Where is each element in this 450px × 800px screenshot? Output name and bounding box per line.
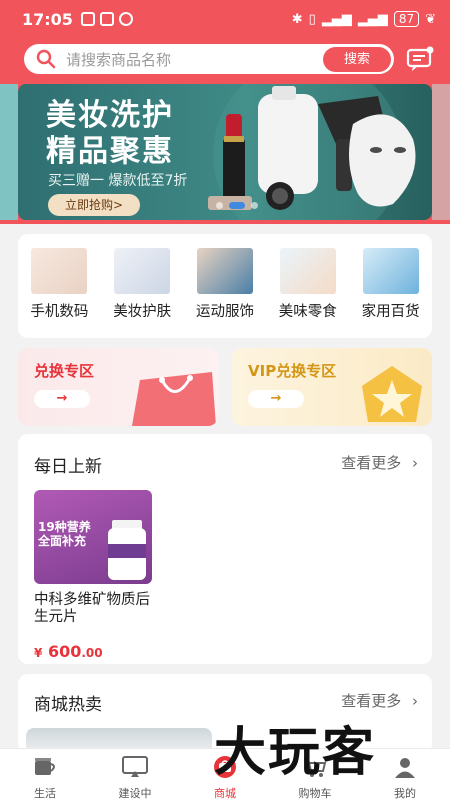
category-image bbox=[196, 248, 253, 294]
signal-icon: ▂▄▆ bbox=[357, 11, 388, 27]
pagination-dot-active[interactable] bbox=[229, 202, 245, 209]
exchange-zone-arrow: → bbox=[34, 390, 90, 408]
status-time: 17:05 bbox=[22, 9, 73, 29]
category-label: 手机数码 bbox=[30, 304, 89, 320]
price-symbol: ¥ bbox=[34, 646, 43, 660]
category-label: 运动服饰 bbox=[195, 304, 254, 320]
alarm-icon bbox=[118, 12, 133, 26]
pagination-dot[interactable] bbox=[251, 202, 258, 209]
search-icon bbox=[36, 49, 56, 69]
product-image-text: 19种营养 bbox=[38, 520, 91, 534]
buy-now-button[interactable]: 立即抢购> bbox=[48, 194, 140, 216]
hot-sale-title: 商城热卖 bbox=[34, 695, 102, 715]
hot-sale-more-link[interactable]: 查看更多 › bbox=[341, 690, 418, 711]
status-bar: 17:05 ✱ ▯ ▂▄▆ ▂▄▆ 87 ❦ bbox=[0, 0, 450, 38]
banner-title: 美妆洗护 精品聚惠 bbox=[46, 98, 174, 170]
leaf-icon: ❦ bbox=[425, 11, 436, 27]
price-integer: 600 bbox=[47, 642, 82, 661]
promo-banner[interactable]: 美妆洗护 精品聚惠 买三赠一 爆款低至7折 立即抢购> bbox=[18, 84, 432, 220]
monitor-icon bbox=[122, 756, 148, 777]
header: 17:05 ✱ ▯ ▂▄▆ ▂▄▆ 87 ❦ 请搜索商品名称 搜索 bbox=[0, 0, 450, 84]
vip-zone-card[interactable]: VIP兑换专区 → bbox=[232, 348, 432, 426]
category-label: 美味零食 bbox=[278, 304, 337, 320]
banner-next-peek bbox=[432, 84, 450, 220]
bluetooth-icon: ✱ bbox=[291, 11, 303, 27]
nav-label: 生活 bbox=[34, 787, 56, 800]
cup-icon bbox=[35, 758, 55, 775]
supplement-bottle-icon bbox=[108, 520, 146, 580]
app-notification-icon bbox=[80, 12, 95, 26]
category-image bbox=[362, 248, 419, 294]
nav-life[interactable]: 生活 bbox=[5, 749, 85, 800]
watermark-text: 大玩客 bbox=[214, 723, 377, 783]
category-phones[interactable]: 手机数码 bbox=[19, 248, 99, 338]
user-icon bbox=[395, 758, 415, 778]
product-image: 19种营养 全面补充 bbox=[34, 490, 152, 584]
more-label: 查看更多 bbox=[341, 692, 402, 710]
signal-icon: ▂▄▆ bbox=[321, 11, 352, 27]
price-cents: .00 bbox=[81, 646, 103, 660]
category-snacks[interactable]: 美味零食 bbox=[268, 248, 348, 338]
message-icon[interactable] bbox=[406, 46, 434, 72]
search-button[interactable]: 搜索 bbox=[323, 46, 391, 72]
category-image bbox=[279, 248, 336, 294]
category-label: 家用百货 bbox=[361, 304, 420, 320]
category-image bbox=[31, 248, 88, 294]
nav-under-construction[interactable]: 建设中 bbox=[95, 749, 175, 800]
pagination-dot[interactable] bbox=[216, 202, 223, 209]
daily-new-title: 每日上新 bbox=[34, 457, 102, 477]
nav-label: 我的 bbox=[394, 787, 416, 800]
nav-profile[interactable]: 我的 bbox=[365, 749, 445, 800]
banner-prev-peek bbox=[0, 84, 18, 220]
banner-pagination bbox=[216, 202, 258, 209]
vip-zone-title: VIP兑换专区 bbox=[248, 362, 337, 380]
search-placeholder: 请搜索商品名称 bbox=[66, 50, 172, 69]
category-sportswear[interactable]: 运动服饰 bbox=[185, 248, 265, 338]
nav-label: 商城 bbox=[214, 787, 236, 800]
daily-new-section: 每日上新 查看更多 › 19种营养 全面补充 中科多维矿物质后生元片 ¥ 600… bbox=[18, 434, 432, 664]
exchange-zone-card[interactable]: 兑换专区 → bbox=[18, 348, 218, 426]
product-card[interactable]: 19种营养 全面补充 中科多维矿物质后生元片 ¥ 600.00 bbox=[34, 490, 152, 661]
category-grid: 手机数码 美妆护肤 运动服饰 美味零食 家用百货 bbox=[18, 234, 432, 338]
daily-new-more-link[interactable]: 查看更多 › bbox=[341, 452, 418, 473]
banner-title-line2: 精品聚惠 bbox=[46, 134, 174, 169]
product-name: 中科多维矿物质后生元片 bbox=[34, 592, 150, 625]
nav-label: 购物车 bbox=[298, 787, 332, 800]
banner-area: 美妆洗护 精品聚惠 买三赠一 爆款低至7折 立即抢购> bbox=[0, 84, 450, 224]
chevron-right-icon: › bbox=[412, 692, 418, 710]
category-household[interactable]: 家用百货 bbox=[351, 248, 431, 338]
product-image-text: 全面补充 bbox=[38, 534, 87, 548]
vip-zone-arrow: → bbox=[248, 390, 304, 408]
banner-title-line1: 美妆洗护 bbox=[46, 98, 174, 133]
chevron-right-icon: › bbox=[412, 454, 418, 472]
vibrate-icon: ▯ bbox=[308, 11, 316, 27]
shopping-bag-icon bbox=[132, 372, 216, 426]
battery-indicator: 87 bbox=[393, 11, 420, 27]
more-label: 查看更多 bbox=[341, 454, 402, 472]
search-input[interactable]: 请搜索商品名称 搜索 bbox=[24, 44, 394, 74]
exchange-zone-title: 兑换专区 bbox=[34, 362, 95, 380]
category-label: 美妆护肤 bbox=[113, 304, 172, 320]
banner-subtitle: 买三赠一 爆款低至7折 bbox=[48, 173, 188, 189]
app-notification-icon bbox=[99, 12, 114, 26]
category-image bbox=[114, 248, 171, 294]
category-beauty[interactable]: 美妆护肤 bbox=[102, 248, 182, 338]
nav-label: 建设中 bbox=[118, 787, 152, 800]
product-price: ¥ 600.00 bbox=[34, 642, 152, 661]
star-badge-icon bbox=[362, 366, 422, 422]
